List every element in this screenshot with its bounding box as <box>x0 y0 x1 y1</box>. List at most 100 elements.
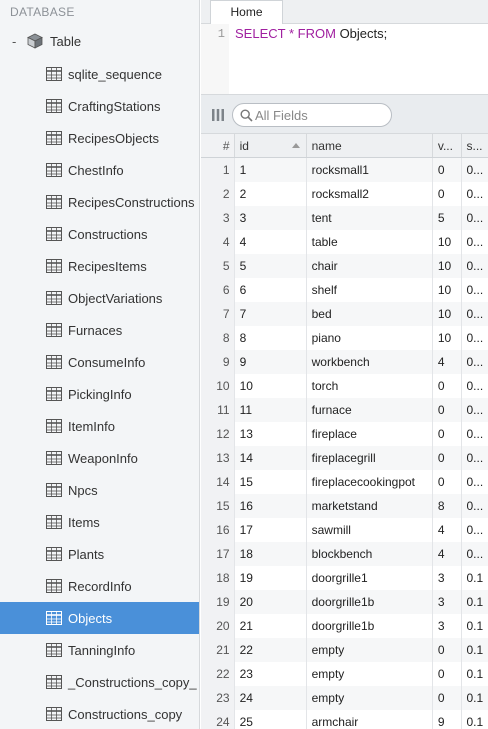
sidebar-table-item[interactable]: Plants <box>0 538 199 570</box>
cell-id[interactable]: 13 <box>235 422 307 446</box>
table-row[interactable]: 21 22 empty 0 0.1 <box>201 638 488 662</box>
cell-name[interactable]: sawmill <box>307 518 433 542</box>
cell-name[interactable]: rocksmall2 <box>307 182 433 206</box>
cell-s[interactable]: 0... <box>462 398 488 422</box>
cell-v[interactable]: 10 <box>433 326 462 350</box>
cell-id[interactable]: 10 <box>235 374 307 398</box>
header-rownum[interactable]: # <box>201 134 235 157</box>
cell-name[interactable]: workbench <box>307 350 433 374</box>
table-row[interactable]: 16 17 sawmill 4 0... <box>201 518 488 542</box>
cell-v[interactable]: 5 <box>433 206 462 230</box>
sidebar-table-item[interactable]: Objects <box>0 602 199 634</box>
cell-s[interactable]: 0... <box>462 230 488 254</box>
cell-v[interactable]: 0 <box>433 470 462 494</box>
table-row[interactable]: 3 3 tent 5 0... <box>201 206 488 230</box>
table-row[interactable]: 2 2 rocksmall2 0 0... <box>201 182 488 206</box>
sidebar-table-item[interactable]: Furnaces <box>0 314 199 346</box>
cell-name[interactable]: doorgrille1b <box>307 590 433 614</box>
search-box[interactable] <box>232 103 392 127</box>
sidebar-table-item[interactable]: ObjectVariations <box>0 282 199 314</box>
table-row[interactable]: 15 16 marketstand 8 0... <box>201 494 488 518</box>
cell-s[interactable]: 0... <box>462 182 488 206</box>
cell-v[interactable]: 0 <box>433 686 462 710</box>
cell-rownum[interactable]: 1 <box>201 158 235 182</box>
cell-s[interactable]: 0... <box>462 374 488 398</box>
sidebar-table-item[interactable]: RecipesObjects <box>0 122 199 154</box>
table-row[interactable]: 11 11 furnace 0 0... <box>201 398 488 422</box>
table-row[interactable]: 20 21 doorgrille1b 3 0.1 <box>201 614 488 638</box>
columns-icon[interactable] <box>211 108 225 122</box>
cell-v[interactable]: 0 <box>433 422 462 446</box>
cell-id[interactable]: 5 <box>235 254 307 278</box>
cell-name[interactable]: fireplacecookingpot <box>307 470 433 494</box>
cell-v[interactable]: 10 <box>433 230 462 254</box>
cell-name[interactable]: marketstand <box>307 494 433 518</box>
table-row[interactable]: 19 20 doorgrille1b 3 0.1 <box>201 590 488 614</box>
cell-id[interactable]: 18 <box>235 542 307 566</box>
cell-id[interactable]: 22 <box>235 638 307 662</box>
cell-s[interactable]: 0.1 <box>462 566 488 590</box>
cell-s[interactable]: 0.1 <box>462 638 488 662</box>
sidebar-table-item[interactable]: Npcs <box>0 474 199 506</box>
cell-s[interactable]: 0... <box>462 518 488 542</box>
cell-name[interactable]: fireplace <box>307 422 433 446</box>
cell-s[interactable]: 0.1 <box>462 710 488 729</box>
cell-rownum[interactable]: 2 <box>201 182 235 206</box>
sidebar-table-item[interactable]: ItemInfo <box>0 410 199 442</box>
cell-s[interactable]: 0... <box>462 326 488 350</box>
cell-rownum[interactable]: 10 <box>201 374 235 398</box>
cell-v[interactable]: 0 <box>433 446 462 470</box>
cell-rownum[interactable]: 7 <box>201 302 235 326</box>
cell-rownum[interactable]: 18 <box>201 566 235 590</box>
tab-home[interactable]: Home <box>210 0 283 24</box>
cell-id[interactable]: 23 <box>235 662 307 686</box>
cell-rownum[interactable]: 5 <box>201 254 235 278</box>
cell-v[interactable]: 8 <box>433 494 462 518</box>
cell-v[interactable]: 10 <box>433 278 462 302</box>
cell-id[interactable]: 17 <box>235 518 307 542</box>
cell-s[interactable]: 0.1 <box>462 686 488 710</box>
cell-id[interactable]: 14 <box>235 446 307 470</box>
cell-name[interactable]: chair <box>307 254 433 278</box>
cell-name[interactable]: doorgrille1 <box>307 566 433 590</box>
sidebar-table-item[interactable]: ConsumeInfo <box>0 346 199 378</box>
cell-rownum[interactable]: 23 <box>201 686 235 710</box>
cell-v[interactable]: 0 <box>433 662 462 686</box>
table-row[interactable]: 24 25 armchair 9 0.1 <box>201 710 488 729</box>
cell-s[interactable]: 0... <box>462 350 488 374</box>
sidebar-table-item[interactable]: RecordInfo <box>0 570 199 602</box>
table-row[interactable]: 7 7 bed 10 0... <box>201 302 488 326</box>
cell-rownum[interactable]: 20 <box>201 614 235 638</box>
cell-id[interactable]: 7 <box>235 302 307 326</box>
cell-name[interactable]: empty <box>307 638 433 662</box>
cell-rownum[interactable]: 22 <box>201 662 235 686</box>
cell-s[interactable]: 0... <box>462 254 488 278</box>
sidebar-table-item[interactable]: WeaponInfo <box>0 442 199 474</box>
sidebar-table-item[interactable]: CraftingStations <box>0 90 199 122</box>
cell-name[interactable]: rocksmall1 <box>307 158 433 182</box>
cell-v[interactable]: 0 <box>433 182 462 206</box>
cell-id[interactable]: 1 <box>235 158 307 182</box>
sql-query-line[interactable]: SELECT * FROM Objects; <box>235 26 387 41</box>
cell-v[interactable]: 9 <box>433 710 462 729</box>
cell-name[interactable]: table <box>307 230 433 254</box>
cell-id[interactable]: 4 <box>235 230 307 254</box>
cell-rownum[interactable]: 19 <box>201 590 235 614</box>
cell-rownum[interactable]: 16 <box>201 518 235 542</box>
table-row[interactable]: 17 18 blockbench 4 0... <box>201 542 488 566</box>
cell-id[interactable]: 15 <box>235 470 307 494</box>
cell-name[interactable]: doorgrille1b <box>307 614 433 638</box>
sidebar-table-item[interactable]: _Constructions_copy_ <box>0 666 199 698</box>
cell-rownum[interactable]: 13 <box>201 446 235 470</box>
sidebar-table-item[interactable]: ChestInfo <box>0 154 199 186</box>
sidebar-table-item[interactable]: sqlite_sequence <box>0 58 199 90</box>
cell-name[interactable]: empty <box>307 686 433 710</box>
cell-rownum[interactable]: 4 <box>201 230 235 254</box>
cell-id[interactable]: 8 <box>235 326 307 350</box>
cell-v[interactable]: 3 <box>433 614 462 638</box>
cell-name[interactable]: shelf <box>307 278 433 302</box>
cell-s[interactable]: 0... <box>462 494 488 518</box>
search-input[interactable] <box>255 106 385 124</box>
cell-id[interactable]: 6 <box>235 278 307 302</box>
cell-s[interactable]: 0.1 <box>462 614 488 638</box>
